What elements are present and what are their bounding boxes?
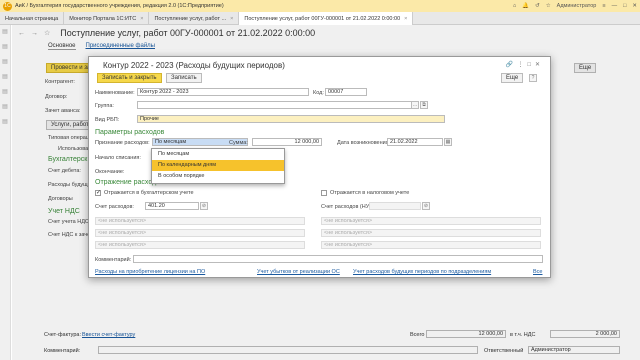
date-label: Дата возникновения: — [337, 140, 391, 146]
expense-acc-label: Счет расходов: — [95, 204, 134, 210]
comment-label: Комментарий: — [95, 257, 132, 263]
link-license[interactable]: Расходы на приобретение лицензии на ПО — [95, 269, 205, 275]
code-input[interactable]: 00007 — [325, 88, 367, 96]
home-icon[interactable]: ⌂ — [513, 3, 516, 9]
tab-services-doc[interactable]: Поступление услуг, работ 00ГУ-000001 от … — [239, 12, 414, 25]
user-name[interactable]: Администратор — [557, 3, 597, 9]
option-by-months[interactable]: По месяцам — [152, 149, 284, 160]
expense-tax-input — [369, 202, 421, 210]
tab-label: Начальная страница — [5, 15, 59, 22]
dialog-title: Контур 2022 - 2023 (Расходы будущих пери… — [103, 61, 285, 70]
name-label: Наименование: — [95, 90, 135, 96]
code-label: Код: — [313, 90, 324, 96]
close-tab-icon[interactable]: × — [140, 16, 143, 22]
sidebar: ▤ ▤ ▤ ▤ ▤ ▤ ▤ — [0, 25, 11, 360]
reflect-acc-label: Отражается в бухгалтерском учете — [104, 190, 194, 196]
tab-its-monitor[interactable]: Монитор Портала 1С:ИТС × — [64, 12, 150, 25]
app-title: АиК / Бухгалтерия государственного учреж… — [15, 3, 224, 9]
analytics-tax-field: <не используется> — [321, 241, 541, 249]
dialog-window-icons[interactable]: 🔗⋮□✕ — [506, 61, 544, 68]
select-icon[interactable]: ⊘ — [200, 202, 208, 210]
params-section: Параметры расходов — [95, 129, 165, 136]
vid-input[interactable]: Прочие — [137, 115, 445, 123]
reflect-tax-label: Отражается в налоговом учете — [330, 190, 410, 196]
help-icon[interactable]: ? — [529, 74, 537, 82]
sidebar-icon[interactable]: ▤ — [0, 85, 10, 100]
tab-label: Поступление услуг, работ ... — [154, 15, 227, 22]
tab-services-list[interactable]: Поступление услуг, работ ... × — [149, 12, 240, 25]
save-button[interactable]: Записать — [166, 73, 202, 83]
select-icon[interactable]: … — [411, 101, 419, 109]
analytics-tax-field: <не используется> — [321, 229, 541, 237]
analytics-field: <не используется> — [95, 241, 305, 249]
group-label: Группа: — [95, 103, 114, 109]
end-label: Окончание: — [95, 169, 125, 175]
select-icon: ⊘ — [422, 202, 430, 210]
analytics-field: <не используется> — [95, 229, 305, 237]
dialog-more-button[interactable]: Еще — [501, 73, 524, 83]
app-logo-icon: 1С — [3, 1, 12, 11]
sum-input[interactable]: 12 000,00 — [252, 138, 322, 146]
title-bar: 1С АиК / Бухгалтерия государственного уч… — [0, 0, 640, 12]
close-tab-icon[interactable]: × — [230, 16, 233, 22]
sidebar-icon[interactable]: ▤ — [0, 115, 10, 130]
reflect-tax-checkbox[interactable] — [321, 190, 327, 196]
notifications-icon[interactable]: 🔔 — [522, 3, 529, 9]
minimize-icon[interactable]: — — [612, 3, 618, 9]
save-close-button[interactable]: Записать и закрыть — [97, 73, 162, 83]
maximize-icon[interactable]: □ — [623, 3, 626, 9]
calendar-icon[interactable]: ▦ — [444, 138, 452, 146]
open-icon[interactable]: ⧉ — [420, 101, 428, 109]
window-tabs: Начальная страница Монитор Портала 1С:ИТ… — [0, 12, 640, 25]
name-input[interactable]: Контур 2022 - 2023 — [137, 88, 309, 96]
close-tab-icon[interactable]: × — [404, 16, 407, 22]
link-all[interactable]: Все — [533, 269, 542, 275]
link-os-loss[interactable]: Учет убытков от реализации ОС — [257, 269, 340, 275]
tab-label: Поступление услуг, работ 00ГУ-000001 от … — [244, 15, 401, 22]
analytics-field: <не используется> — [95, 217, 305, 225]
menu-icon[interactable]: ≡ — [602, 3, 605, 9]
sidebar-icon[interactable]: ▤ — [0, 70, 10, 85]
history-icon[interactable]: ↺ — [535, 3, 540, 9]
comment-input[interactable] — [133, 255, 543, 263]
sidebar-icon[interactable]: ▤ — [0, 40, 10, 55]
option-special[interactable]: В особом порядке — [152, 171, 284, 182]
reflect-acc-checkbox[interactable] — [95, 189, 101, 196]
option-by-days[interactable]: По календарным дням — [152, 160, 284, 171]
sidebar-icon[interactable]: ▤ — [0, 55, 10, 70]
vid-label: Вид РБП: — [95, 117, 120, 123]
sidebar-icon[interactable]: ▤ — [0, 100, 10, 115]
analytics-tax-field: <не используется> — [321, 217, 541, 225]
group-input[interactable] — [137, 101, 413, 109]
link-departments[interactable]: Учет расходов будущих периодов по подраз… — [353, 269, 491, 275]
expense-tax-label: Счет расходов (НУ): — [321, 204, 373, 210]
tab-home[interactable]: Начальная страница — [0, 12, 65, 25]
favorites-icon[interactable]: ☆ — [546, 3, 551, 9]
recognition-dropdown: По месяцам По календарным дням В особом … — [151, 148, 285, 184]
start-label: Начало списания: — [95, 155, 141, 161]
close-icon[interactable]: ✕ — [632, 3, 637, 9]
sum-label: Сумма: — [229, 140, 248, 146]
tab-label: Монитор Портала 1С:ИТС — [69, 15, 137, 22]
date-input[interactable]: 21.02.2022 — [387, 138, 443, 146]
sidebar-icon[interactable]: ▤ — [0, 25, 10, 40]
expense-acc-input[interactable]: 401.20 — [145, 202, 199, 210]
recognition-label: Признание расходов: — [95, 140, 150, 146]
